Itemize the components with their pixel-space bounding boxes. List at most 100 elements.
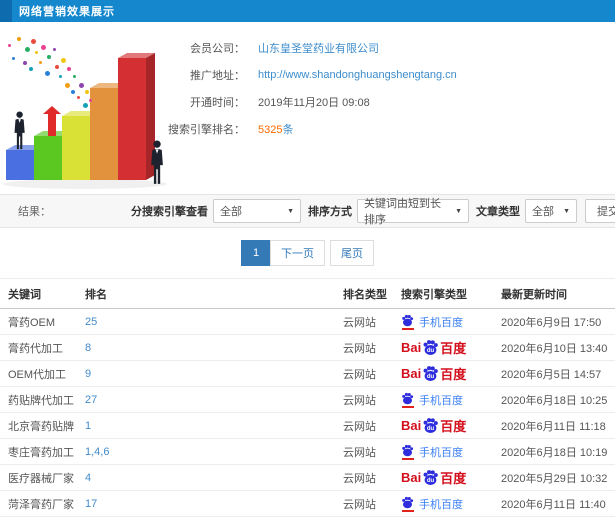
confetti-dot bbox=[12, 57, 15, 60]
mobile-baidu-label: 手机百度 bbox=[419, 394, 463, 407]
mobile-baidu-underline bbox=[401, 405, 414, 408]
rank-link[interactable]: 25 bbox=[85, 316, 97, 328]
mobile-baidu-logo: 手机百度 bbox=[401, 314, 463, 330]
keyword-cell: 医疗器械厂家 bbox=[0, 464, 85, 491]
info-row-label: 开通时间： bbox=[190, 96, 245, 109]
baidu-logo-bai: Bai bbox=[401, 470, 422, 485]
filter-band: 结果： 分搜索引擎查看 全部 ▼ 排序方式 关键词由短到长排序 ▼ 文章类型 全… bbox=[0, 194, 615, 228]
update-time-cell: 2020年6月11日 11:40 bbox=[501, 490, 615, 517]
confetti-dot bbox=[45, 71, 50, 76]
baidu-paw-icon: du bbox=[423, 340, 439, 355]
baidu-paw-icon: du bbox=[423, 418, 439, 433]
article-filter-value: 全部 bbox=[532, 206, 554, 218]
confetti-dot bbox=[89, 99, 92, 102]
svg-text:du: du bbox=[427, 348, 435, 354]
info-row-value: 2019年11月20日 09:08 bbox=[258, 94, 370, 110]
rank-cell: 17 bbox=[85, 490, 343, 517]
info-row: 会员公司： 山东皇圣堂药业有限公司 bbox=[140, 34, 610, 61]
businessman-figure-left bbox=[14, 111, 25, 150]
rank-link[interactable]: 9 bbox=[85, 368, 91, 380]
rank-type-cell: 云网站 bbox=[343, 334, 401, 361]
engine-filter-select[interactable]: 全部 ▼ bbox=[213, 199, 301, 223]
keyword-cell: 枣庄膏药加工 bbox=[0, 438, 85, 465]
confetti-dot bbox=[17, 37, 21, 41]
keyword-cell: 膏药代加工 bbox=[0, 334, 85, 361]
confetti-dot bbox=[65, 83, 70, 88]
mobile-baidu-logo: 手机百度 bbox=[401, 444, 463, 460]
table-row: OEM代加工 9 云网站 Bai du 百度 2020年6月5日 14:57 bbox=[0, 360, 615, 387]
pagination-page-1[interactable]: 1 bbox=[241, 240, 271, 266]
mobile-baidu-label: 手机百度 bbox=[419, 498, 463, 511]
rank-link[interactable]: 1,4,6 bbox=[85, 446, 109, 458]
pagination-next-button[interactable]: 下一页 bbox=[270, 240, 325, 266]
ranking-count: 5325 bbox=[258, 123, 283, 136]
mobile-baidu-label: 手机百度 bbox=[419, 446, 463, 459]
rank-cell: 4 bbox=[85, 464, 343, 491]
baidu-logo-name: 百度 bbox=[440, 419, 467, 434]
baidu-logo-bai: Bai bbox=[401, 340, 422, 355]
info-row-value: http://www.shandonghuangshengtang.cn bbox=[258, 69, 457, 81]
pagination: 1 下一页 尾页 bbox=[0, 228, 615, 278]
baidu-paw-icon: du bbox=[422, 417, 439, 434]
table-row: 膏药OEM 25 云网站 手机百度 2020年6月9日 17:50 bbox=[0, 308, 615, 335]
article-filter-select[interactable]: 全部 ▼ bbox=[525, 199, 577, 223]
rank-cell: 9 bbox=[85, 360, 343, 387]
keyword-cell: 菏泽膏药厂家 bbox=[0, 490, 85, 517]
rank-link[interactable]: 8 bbox=[85, 342, 91, 354]
header-rank-type: 排名类型 bbox=[343, 278, 401, 309]
confetti-dot bbox=[39, 61, 42, 64]
rank-link[interactable]: 1 bbox=[85, 420, 91, 432]
rank-link[interactable]: 27 bbox=[85, 394, 97, 406]
info-value-link[interactable]: 山东皇圣堂药业有限公司 bbox=[258, 43, 379, 55]
baidu-logo-bai: Bai bbox=[401, 418, 422, 433]
confetti-dot bbox=[23, 61, 27, 65]
info-row-label: 会员公司： bbox=[190, 42, 245, 55]
rank-type-cell: 云网站 bbox=[343, 412, 401, 439]
titlebar-accent-block bbox=[0, 0, 12, 22]
engine-cell: 手机百度 bbox=[401, 386, 501, 413]
ranking-count-suffix-link[interactable]: 条 bbox=[282, 124, 293, 136]
header-engine-type: 搜索引擎类型 bbox=[401, 278, 501, 309]
update-time-cell: 2020年6月9日 17:50 bbox=[501, 308, 615, 335]
svg-text:du: du bbox=[427, 374, 435, 380]
table-row: 药贴牌代加工 27 云网站 手机百度 2020年6月18日 10:25 bbox=[0, 386, 615, 413]
mobile-baidu-paw-icon bbox=[401, 314, 414, 330]
result-label: 结果： bbox=[18, 206, 51, 218]
baidu-logo: Bai du 百度 bbox=[401, 416, 466, 435]
filter-controls: 分搜索引擎查看 全部 ▼ 排序方式 关键词由短到长排序 ▼ 文章类型 全部 ▼ … bbox=[124, 198, 615, 226]
baidu-logo: Bai du 百度 bbox=[401, 468, 466, 487]
confetti-dot bbox=[53, 48, 56, 51]
svg-text:du: du bbox=[427, 478, 435, 484]
info-value-link[interactable]: http://www.shandonghuangshengtang.cn bbox=[258, 69, 457, 81]
baidu-paw-icon bbox=[402, 444, 414, 456]
results-table: 关键词 排名 排名类型 搜索引擎类型 最新更新时间 膏药OEM 25 云网站 手机百… bbox=[0, 278, 615, 517]
rank-cell: 25 bbox=[85, 308, 343, 335]
chevron-down-icon: ▼ bbox=[455, 207, 462, 215]
rank-link[interactable]: 4 bbox=[85, 472, 91, 484]
mobile-baidu-paw-icon bbox=[401, 496, 414, 512]
keyword-cell: 北京膏药贴牌 bbox=[0, 412, 85, 439]
baidu-paw-icon: du bbox=[422, 339, 439, 356]
baidu-paw-icon: du bbox=[422, 469, 439, 486]
confetti-dot bbox=[8, 44, 11, 47]
submit-button[interactable]: 提交 bbox=[585, 199, 615, 223]
baidu-paw-icon: du bbox=[422, 365, 439, 382]
baidu-logo-bai: Bai bbox=[401, 366, 422, 381]
confetti-dot bbox=[73, 75, 76, 78]
update-time-cell: 2020年6月18日 10:25 bbox=[501, 386, 615, 413]
svg-text:du: du bbox=[427, 426, 435, 432]
confetti-dot bbox=[47, 55, 51, 59]
engine-cell: 手机百度 bbox=[401, 490, 501, 517]
sort-filter-select[interactable]: 关键词由短到长排序 ▼ bbox=[357, 198, 469, 226]
mobile-baidu-paw-icon bbox=[401, 392, 414, 408]
engine-filter-label: 分搜索引擎查看 bbox=[131, 206, 208, 218]
table-row: 北京膏药贴牌 1 云网站 Bai du 百度 2020年6月11日 11:18 bbox=[0, 412, 615, 439]
businessman-figure-right bbox=[151, 140, 163, 184]
info-row-label: 推广地址： bbox=[190, 69, 245, 82]
mobile-baidu-paw-icon bbox=[401, 444, 414, 460]
baidu-paw-icon: du bbox=[423, 470, 439, 485]
pagination-last-button[interactable]: 尾页 bbox=[330, 240, 374, 266]
rank-link[interactable]: 17 bbox=[85, 498, 97, 510]
table-body: 膏药OEM 25 云网站 手机百度 2020年6月9日 17:50 膏药代加工 8 云网站 B… bbox=[0, 308, 615, 517]
confetti-dot bbox=[25, 47, 30, 52]
